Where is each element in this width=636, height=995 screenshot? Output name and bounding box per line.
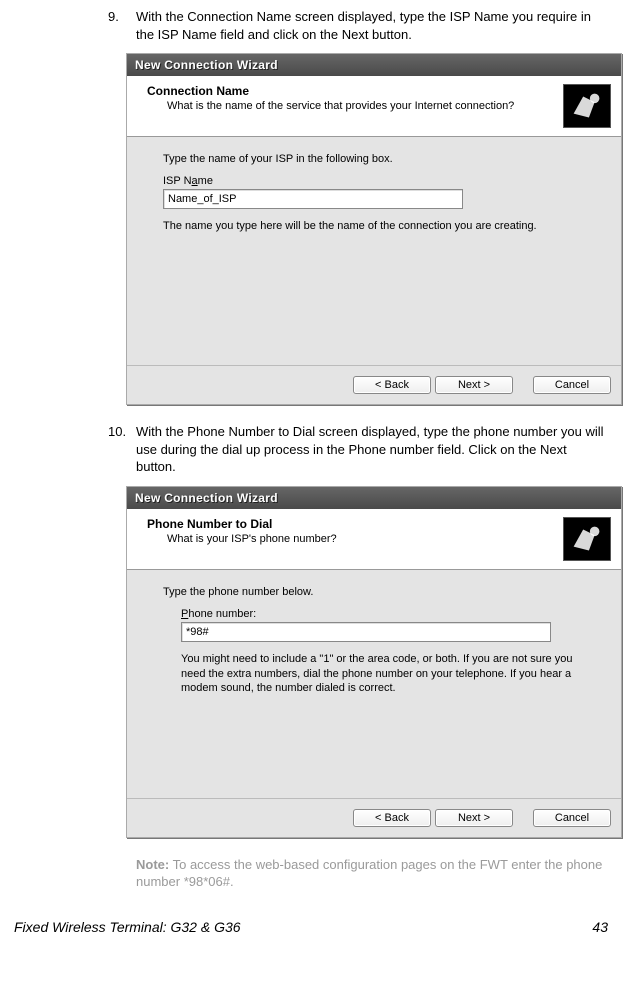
button-bar: < Back Next > Cancel (127, 798, 621, 837)
wizard-icon (563, 517, 611, 561)
step-text: With the Phone Number to Dial screen dis… (136, 423, 608, 476)
header-subtitle: What is the name of the service that pro… (167, 100, 563, 112)
header-title: Phone Number to Dial (147, 517, 563, 531)
wizard-header: Phone Number to Dial What is your ISP's … (127, 509, 621, 570)
next-button[interactable]: Next > (435, 809, 513, 827)
step-number: 10. (108, 423, 136, 476)
phone-number-input[interactable] (181, 622, 551, 642)
back-button[interactable]: < Back (353, 376, 431, 394)
note: Note: To access the web-based configurat… (136, 856, 608, 891)
step-9: 9. With the Connection Name screen displ… (108, 8, 608, 43)
cancel-button[interactable]: Cancel (533, 376, 611, 394)
back-button[interactable]: < Back (353, 809, 431, 827)
instruction-text: Type the phone number below. (163, 586, 585, 598)
wizard-icon (563, 84, 611, 128)
footer-title: Fixed Wireless Terminal: G32 & G36 (14, 919, 241, 935)
header-subtitle: What is your ISP's phone number? (167, 533, 563, 545)
note-label: Note: (136, 857, 169, 872)
instruction-text: Type the name of your ISP in the followi… (163, 153, 585, 165)
button-bar: < Back Next > Cancel (127, 365, 621, 404)
isp-name-label: ISP Name (163, 175, 585, 187)
window-title: New Connection Wizard (127, 487, 621, 509)
hint-text: You might need to include a "1" or the a… (181, 652, 585, 697)
step-10: 10. With the Phone Number to Dial screen… (108, 423, 608, 476)
header-title: Connection Name (147, 84, 563, 98)
wizard-body: Type the name of your ISP in the followi… (127, 137, 621, 365)
hint-text: The name you type here will be the name … (163, 219, 585, 234)
wizard-phone-number: New Connection Wizard Phone Number to Di… (126, 486, 622, 838)
wizard-body: Type the phone number below. Phone numbe… (127, 570, 621, 798)
cancel-button[interactable]: Cancel (533, 809, 611, 827)
step-number: 9. (108, 8, 136, 43)
note-text: To access the web-based configuration pa… (136, 857, 602, 890)
isp-name-input[interactable] (163, 189, 463, 209)
next-button[interactable]: Next > (435, 376, 513, 394)
window-title: New Connection Wizard (127, 54, 621, 76)
wizard-header: Connection Name What is the name of the … (127, 76, 621, 137)
wizard-connection-name: New Connection Wizard Connection Name Wh… (126, 53, 622, 405)
page-number: 43 (592, 919, 608, 935)
phone-number-label: Phone number: (181, 608, 585, 620)
page-footer: Fixed Wireless Terminal: G32 & G36 43 (8, 891, 628, 943)
step-text: With the Connection Name screen displaye… (136, 8, 608, 43)
